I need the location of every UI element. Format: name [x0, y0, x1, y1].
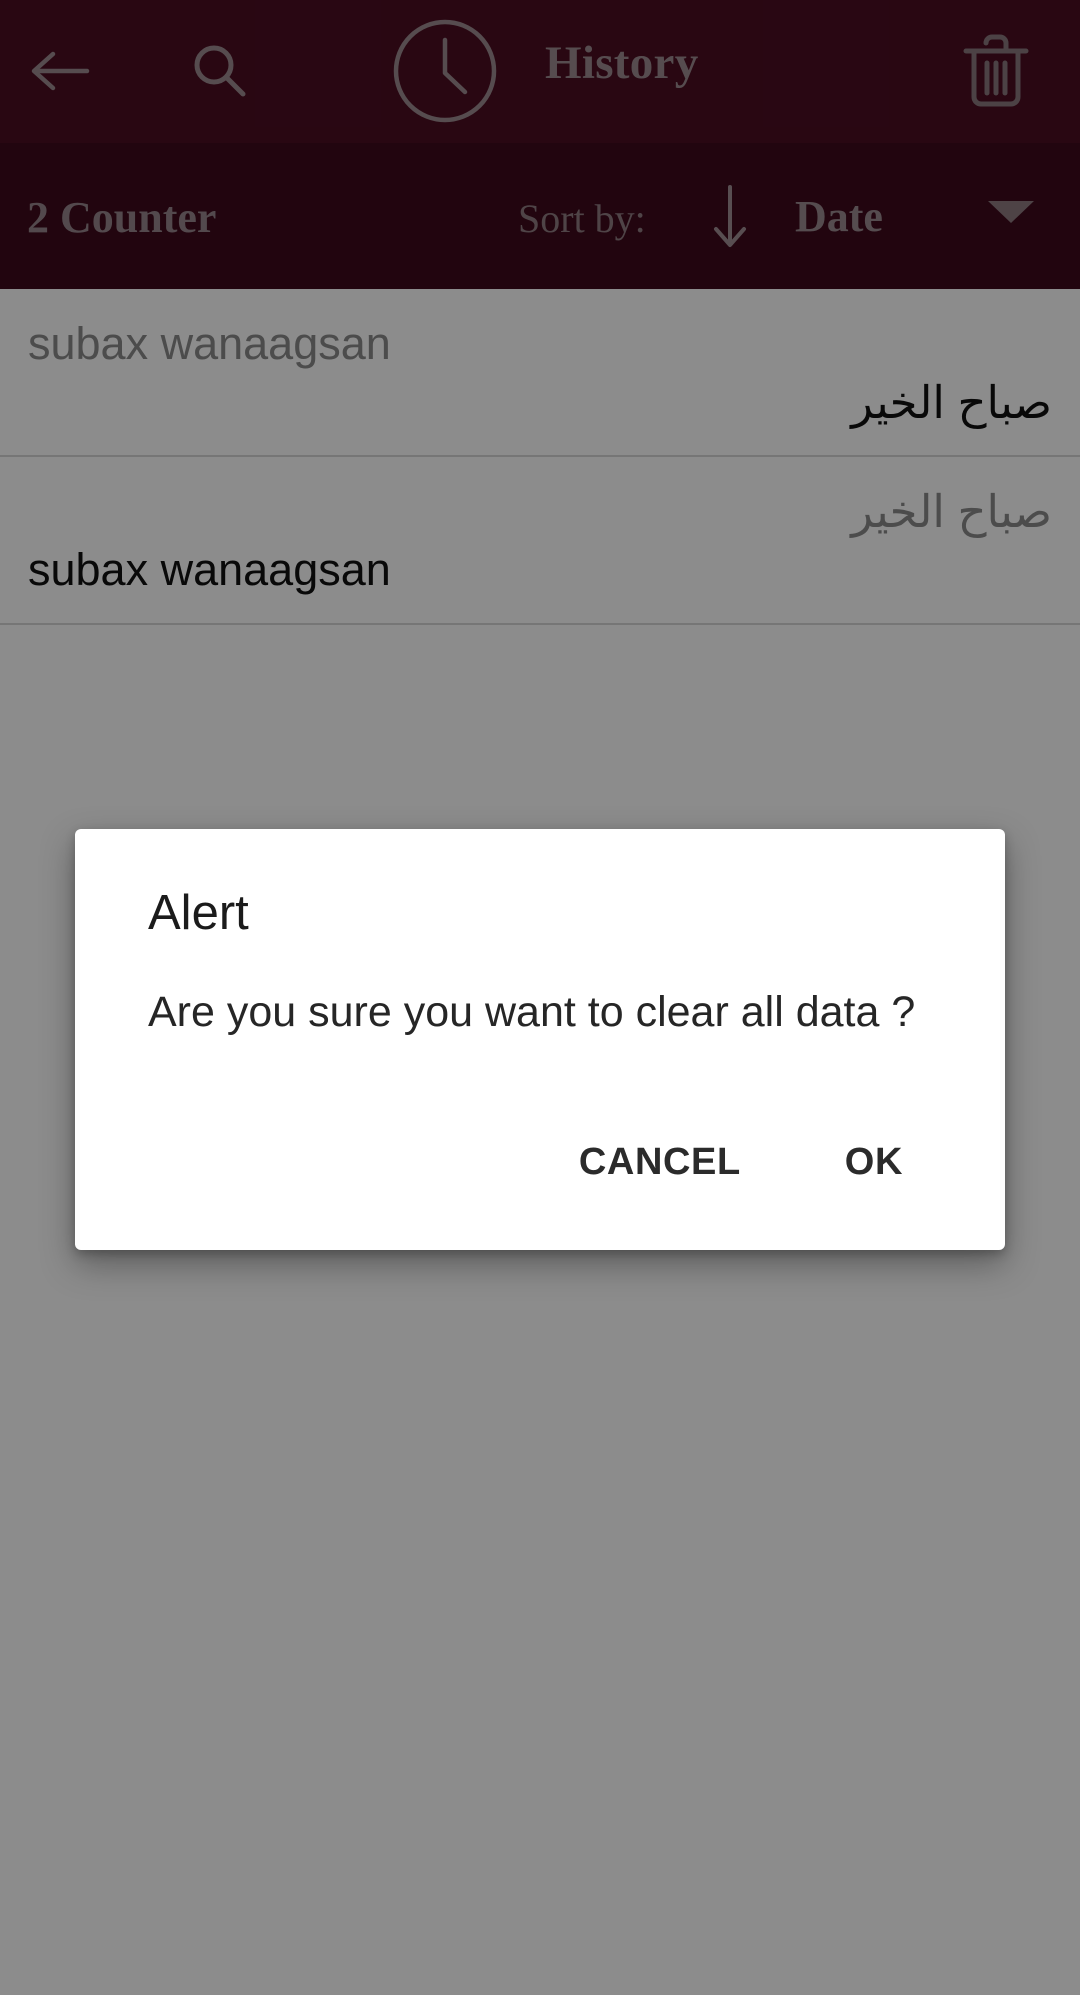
alert-dialog: Alert Are you sure you want to clear all…: [75, 829, 1005, 1250]
dialog-title: Alert: [148, 886, 249, 940]
dialog-message: Are you sure you want to clear all data …: [148, 987, 916, 1036]
cancel-button[interactable]: CANCEL: [553, 1127, 767, 1198]
ok-button[interactable]: OK: [819, 1127, 929, 1198]
dialog-actions: CANCEL OK: [75, 1041, 1005, 1250]
